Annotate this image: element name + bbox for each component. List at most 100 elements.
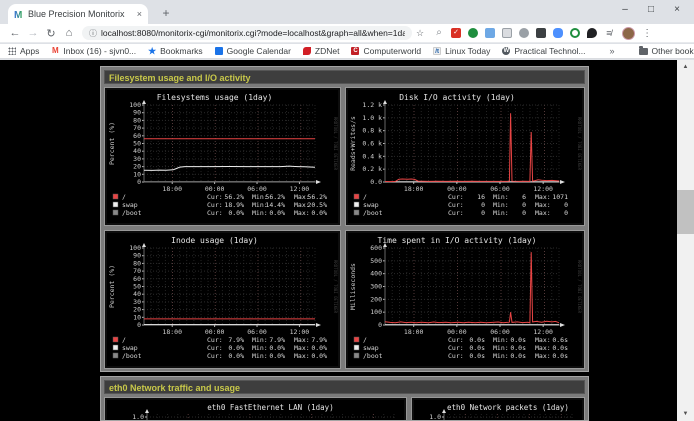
svg-text:400: 400 <box>370 270 382 278</box>
bookmarks-bar: Apps M Inbox (16) - sjvn0... ★ Bookmarks… <box>0 44 694 59</box>
translate-icon[interactable] <box>468 28 478 38</box>
svg-text:Min:: Min: <box>493 209 509 217</box>
svg-text:Min:: Min: <box>252 344 268 352</box>
browser-toolbar: ← → ↻ ⌂ ⓘ localhost:8080/monitorix-cgi/m… <box>0 24 694 43</box>
site-info-icon[interactable]: ⓘ <box>89 28 97 39</box>
svg-text:RRDTOOL / TOBI OETIKER: RRDTOOL / TOBI OETIKER <box>333 117 338 171</box>
svg-text:Cur:: Cur: <box>207 344 223 352</box>
graph-filesystems-usage[interactable]: Filesystems usage (1day)Percent (%)01020… <box>104 87 341 226</box>
svg-text:1.2 k: 1.2 k <box>362 101 382 109</box>
svg-text:1.0 k: 1.0 k <box>362 114 382 122</box>
page-scrollbar[interactable]: ▲ ▼ <box>677 60 694 421</box>
svg-text:swap: swap <box>363 344 379 352</box>
bookmark-inbox[interactable]: M Inbox (16) - sjvn0... <box>51 46 136 56</box>
svg-text:06:00: 06:00 <box>247 328 267 336</box>
svg-text:0.0s: 0.0s <box>552 344 568 352</box>
bookmark-bookmarks[interactable]: ★ Bookmarks <box>148 46 203 56</box>
browser-tab[interactable]: M Blue Precision Monitorix × <box>8 4 148 24</box>
scroll-up-icon[interactable]: ▲ <box>677 60 694 74</box>
bookmark-star-icon[interactable]: ☆ <box>416 28 424 39</box>
messenger-icon[interactable] <box>553 28 563 38</box>
svg-text:Min:: Min: <box>493 336 509 344</box>
svg-text:06:00: 06:00 <box>490 328 510 336</box>
svg-text:90: 90 <box>133 109 141 117</box>
svg-text:0.0s: 0.0s <box>469 344 485 352</box>
svg-text:Cur:: Cur: <box>207 209 223 217</box>
eye-icon[interactable] <box>519 28 529 38</box>
svg-text:RRDTOOL / TOBI OETIKER: RRDTOOL / TOBI OETIKER <box>333 260 338 314</box>
svg-text:30: 30 <box>133 155 141 163</box>
avatar[interactable] <box>622 27 635 40</box>
forward-icon[interactable]: → <box>24 27 42 39</box>
home-icon[interactable]: ⌂ <box>60 27 78 39</box>
url-bar[interactable]: ⓘ localhost:8080/monitorix-cgi/monitorix… <box>82 26 412 40</box>
svg-text:1071: 1071 <box>552 193 568 201</box>
svg-text:/boot: /boot <box>363 209 383 217</box>
maximize-button[interactable]: □ <box>638 1 664 19</box>
svg-text:40: 40 <box>133 290 141 298</box>
bookmark-google-calendar[interactable]: Google Calendar <box>215 46 291 56</box>
bookmark-computerworld[interactable]: C Computerworld <box>351 46 421 56</box>
menu-dots-icon[interactable]: ⋮ <box>642 28 652 39</box>
tab-list-icon[interactable]: ≡/ <box>604 28 614 38</box>
back-icon[interactable]: ← <box>6 27 24 39</box>
scrollbar-thumb[interactable] <box>677 190 694 234</box>
bookmark-zdnet[interactable]: ZDNet <box>303 46 340 56</box>
minimize-button[interactable]: – <box>612 1 638 19</box>
scroll-down-icon[interactable]: ▼ <box>677 407 694 421</box>
svg-text:0: 0 <box>564 201 568 209</box>
gmail-icon[interactable]: ✓ <box>451 28 461 38</box>
svg-text:18.9%: 18.9% <box>224 201 244 209</box>
gmail-icon: M <box>51 47 59 55</box>
svg-text:Max:: Max: <box>535 344 551 352</box>
svg-text:Cur:: Cur: <box>448 193 464 201</box>
bookmarks-overflow-icon[interactable]: » <box>610 46 615 56</box>
bookmark-apps[interactable]: Apps <box>8 46 39 56</box>
copy-icon[interactable] <box>485 28 495 38</box>
screenshot-icon[interactable] <box>502 28 512 38</box>
svg-text:7.9%: 7.9% <box>228 336 244 344</box>
pin-icon[interactable] <box>587 28 597 38</box>
svg-text:Cur:: Cur: <box>207 336 223 344</box>
network-section: eth0 Network traffic and usage eth0 Fast… <box>100 376 589 421</box>
svg-text:0: 0 <box>137 178 141 186</box>
reload-icon[interactable]: ↻ <box>42 27 60 40</box>
svg-text:70: 70 <box>133 124 141 132</box>
graph-inode-usage[interactable]: Inode usage (1day)Percent (%)01020304050… <box>104 230 341 369</box>
svg-text:eth0 Network packets (1day): eth0 Network packets (1day) <box>447 403 569 412</box>
svg-text:Min:: Min: <box>493 352 509 360</box>
graph-disk-io-activity[interactable]: Disk I/O activity (1day)Reads+Writes/s0.… <box>345 87 585 226</box>
new-tab-button[interactable]: + <box>158 5 174 21</box>
svg-text:/: / <box>122 193 126 201</box>
search-icon[interactable]: ⌕ <box>434 28 444 38</box>
svg-text:RRDTOOL / TOBI OETIKER: RRDTOOL / TOBI OETIKER <box>577 260 582 314</box>
bookmark-linux-today[interactable]: /t Linux Today <box>433 46 490 56</box>
svg-text:0: 0 <box>564 209 568 217</box>
svg-text:50: 50 <box>133 283 141 291</box>
svg-text:12:00: 12:00 <box>533 328 553 336</box>
graph-eth0-packets[interactable]: eth0 Network packets (1day)Packets/s1.0 <box>411 397 585 421</box>
svg-text:20: 20 <box>133 163 141 171</box>
svg-text:10: 10 <box>133 170 141 178</box>
apps-grid-icon <box>8 47 16 55</box>
status-icon[interactable] <box>570 28 580 38</box>
tab-close-icon[interactable]: × <box>137 9 142 19</box>
svg-text:Percent (%): Percent (%) <box>108 122 116 165</box>
url-text[interactable]: localhost:8080/monitorix-cgi/monitorix.c… <box>101 28 405 38</box>
svg-text:60: 60 <box>133 275 141 283</box>
svg-text:60: 60 <box>133 132 141 140</box>
window-icon[interactable] <box>536 28 546 38</box>
svg-text:00:00: 00:00 <box>205 328 225 336</box>
svg-text:20.5%: 20.5% <box>307 201 327 209</box>
svg-text:0: 0 <box>378 321 382 329</box>
graph-eth0-lan[interactable]: eth0 FastEthernet LAN (1day)1.00.9 <box>104 397 407 421</box>
bookmark-practical-technology[interactable]: W Practical Technol... <box>502 46 585 56</box>
svg-text:80: 80 <box>133 116 141 124</box>
svg-text:Min:: Min: <box>252 209 268 217</box>
close-button[interactable]: × <box>664 1 690 19</box>
graph-time-spent-io[interactable]: Time spent in I/O activity (1day)Millise… <box>345 230 585 369</box>
other-bookmarks[interactable]: Other bookmarks <box>639 46 694 56</box>
svg-text:0: 0 <box>481 201 485 209</box>
svg-text:56.2%: 56.2% <box>307 193 327 201</box>
svg-text:0.0%: 0.0% <box>228 352 244 360</box>
